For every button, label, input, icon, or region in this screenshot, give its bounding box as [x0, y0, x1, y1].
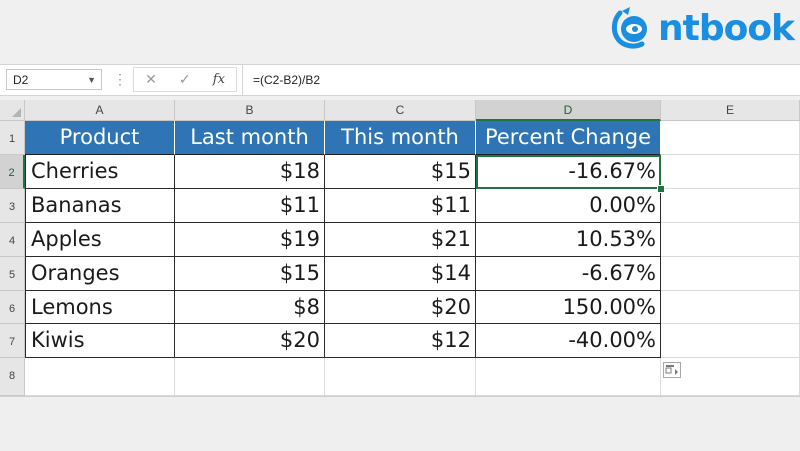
logo-mascot-icon — [611, 7, 647, 49]
row-header-4[interactable]: 4 — [0, 223, 25, 257]
cell-d5[interactable]: -6.67% — [476, 257, 661, 291]
cell-e8[interactable] — [661, 358, 800, 396]
cell-a5[interactable]: Oranges — [25, 257, 175, 291]
cell-d8[interactable] — [476, 358, 661, 396]
column-header-a[interactable]: A — [25, 100, 175, 121]
cell-b6[interactable]: $8 — [175, 291, 325, 324]
name-box[interactable]: D2 ▼ — [6, 69, 102, 90]
quick-analysis-icon[interactable] — [663, 362, 681, 378]
chevron-down-icon[interactable]: ▼ — [87, 70, 96, 91]
row-header-8[interactable]: 8 — [0, 358, 25, 396]
fill-handle[interactable] — [657, 185, 665, 193]
cell-b8[interactable] — [175, 358, 325, 396]
cell-e4[interactable] — [661, 223, 800, 257]
logo-text: ntbook — [657, 7, 795, 49]
cell-b5[interactable]: $15 — [175, 257, 325, 291]
cell-d2[interactable]: -16.67% — [476, 155, 661, 189]
more-dots-icon[interactable]: ⋮ — [113, 71, 127, 88]
cell-a2[interactable]: Cherries — [25, 155, 175, 189]
header-cell-this-month[interactable]: This month — [325, 121, 476, 155]
select-all-icon — [12, 108, 21, 117]
cell-c3[interactable]: $11 — [325, 189, 476, 223]
cell-a7[interactable]: Kiwis — [25, 324, 175, 358]
bottom-area — [0, 396, 800, 451]
cell-d7[interactable]: -40.00% — [476, 324, 661, 358]
header-cell-product[interactable]: Product — [25, 121, 175, 155]
cell-e2[interactable] — [661, 155, 800, 189]
name-box-value: D2 — [13, 73, 29, 87]
cell-c8[interactable] — [325, 358, 476, 396]
cancel-icon[interactable]: ✕ — [145, 71, 157, 88]
row-header-5[interactable]: 5 — [0, 257, 25, 291]
enter-icon[interactable]: ✓ — [179, 71, 191, 88]
cell-e6[interactable] — [661, 291, 800, 324]
row-header-3[interactable]: 3 — [0, 189, 25, 223]
cell-e1[interactable] — [661, 121, 800, 155]
cell-b3[interactable]: $11 — [175, 189, 325, 223]
cell-d3[interactable]: 0.00% — [476, 189, 661, 223]
select-all-button[interactable] — [0, 100, 25, 121]
row-header-6[interactable]: 6 — [0, 291, 25, 324]
cell-b7[interactable]: $20 — [175, 324, 325, 358]
header-cell-last-month[interactable]: Last month — [175, 121, 325, 155]
formula-bar: D2 ▼ ⋮ ✕ ✓ fx =(C2-B2)/B2 — [0, 64, 800, 96]
row-header-1[interactable]: 1 — [0, 121, 25, 155]
column-header-e[interactable]: E — [661, 100, 800, 121]
cell-e7[interactable] — [661, 324, 800, 358]
column-header-d[interactable]: D — [476, 100, 661, 121]
cell-d6[interactable]: 150.00% — [476, 291, 661, 324]
cell-c2[interactable]: $15 — [325, 155, 476, 189]
cell-c5[interactable]: $14 — [325, 257, 476, 291]
top-band: ntbook — [0, 0, 800, 56]
cell-a4[interactable]: Apples — [25, 223, 175, 257]
formula-buttons: ✕ ✓ fx — [133, 67, 237, 92]
column-header-c[interactable]: C — [325, 100, 476, 121]
cell-c6[interactable]: $20 — [325, 291, 476, 324]
function-icon[interactable]: fx — [213, 72, 225, 87]
cell-b2[interactable]: $18 — [175, 155, 325, 189]
row-header-7[interactable]: 7 — [0, 324, 25, 358]
cell-b4[interactable]: $19 — [175, 223, 325, 257]
header-cell-percent-change[interactable]: Percent Change — [476, 121, 661, 155]
cell-c4[interactable]: $21 — [325, 223, 476, 257]
spreadsheet-grid: A B C D E 1 2 3 4 5 6 7 8 Product Last m… — [0, 100, 800, 396]
column-header-b[interactable]: B — [175, 100, 325, 121]
row-header-2[interactable]: 2 — [0, 155, 25, 189]
cell-a6[interactable]: Lemons — [25, 291, 175, 324]
cell-e3[interactable] — [661, 189, 800, 223]
formula-input[interactable]: =(C2-B2)/B2 — [242, 65, 800, 95]
cell-a8[interactable] — [25, 358, 175, 396]
logo: ntbook — [610, 4, 795, 52]
cell-d4[interactable]: 10.53% — [476, 223, 661, 257]
cell-a3[interactable]: Bananas — [25, 189, 175, 223]
cell-e5[interactable] — [661, 257, 800, 291]
cell-c7[interactable]: $12 — [325, 324, 476, 358]
